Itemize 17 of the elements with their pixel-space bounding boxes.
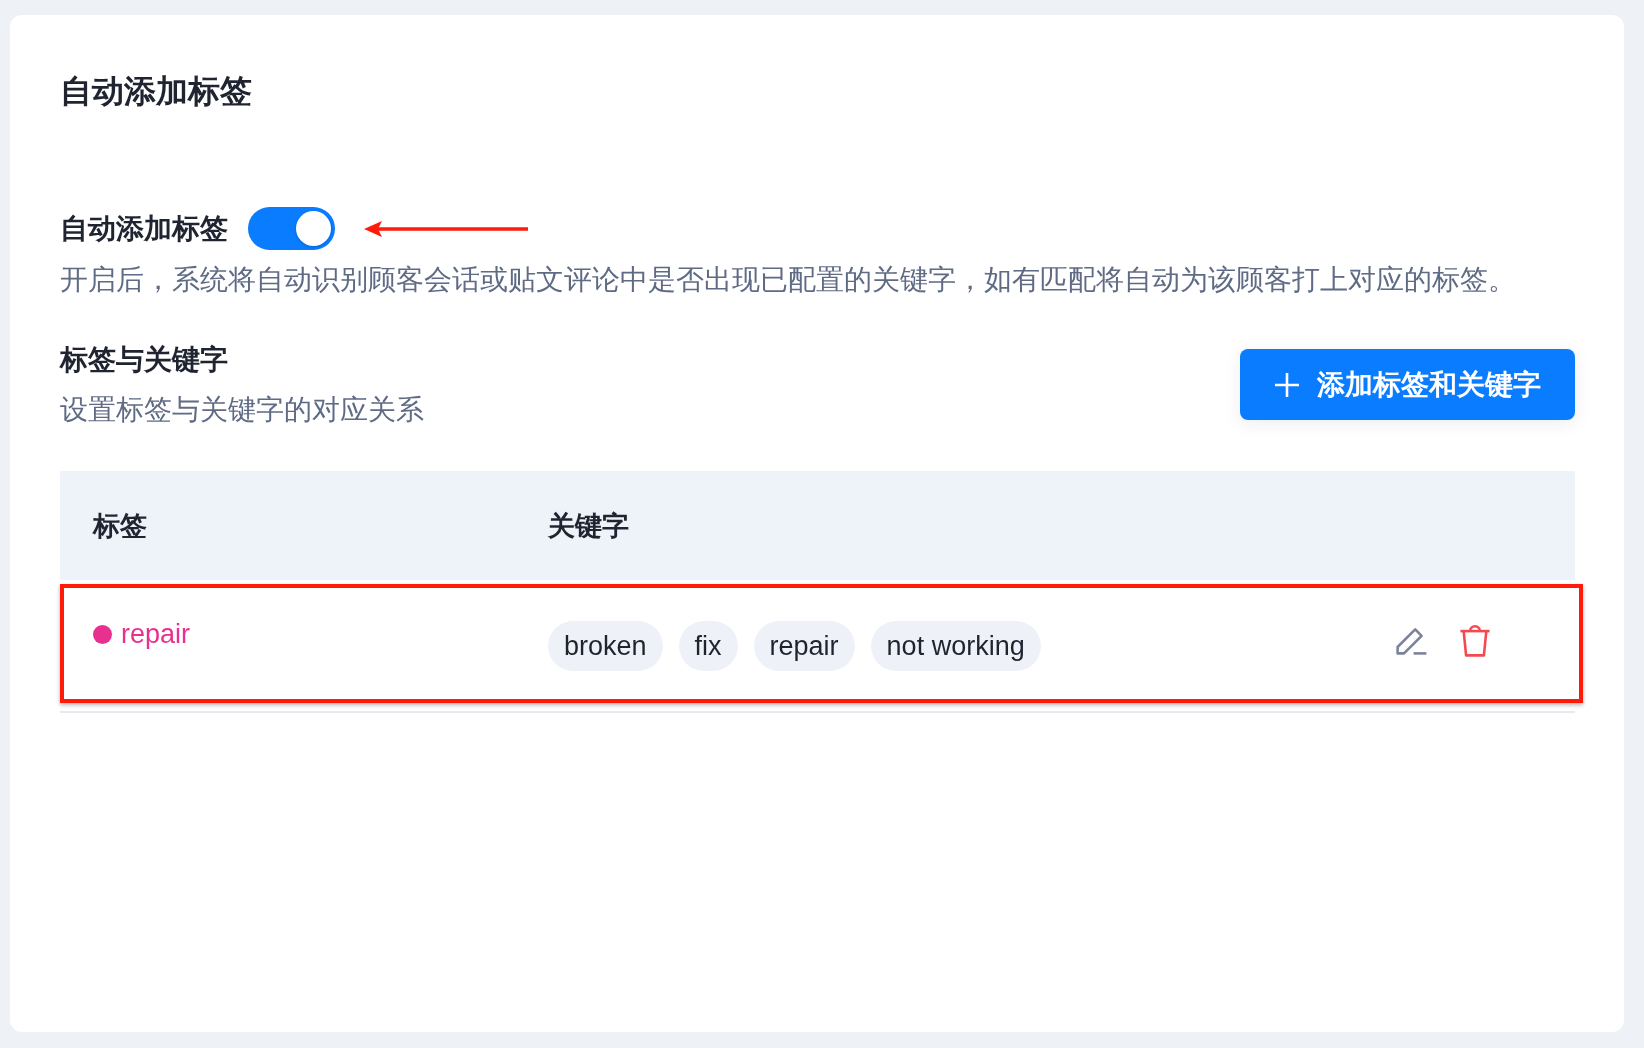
keyword-tag: fix (678, 621, 738, 671)
column-header: 关键字 (548, 509, 629, 543)
toggle-label: 自动添加标签 (60, 211, 228, 246)
page-title: 自动添加标签 (60, 72, 252, 111)
keyword-tag: repair (753, 621, 855, 671)
section-subtitle: 设置标签与关键字的对应关系 (60, 393, 424, 427)
keyword-tag: broken (548, 621, 663, 671)
keyword-tag: not working (870, 621, 1041, 671)
tag-name: repair (121, 618, 191, 651)
plus-icon (1274, 372, 1299, 397)
delete-button[interactable] (1458, 623, 1492, 657)
toggle-switch[interactable] (248, 207, 335, 250)
column-header: 标签 (93, 509, 147, 543)
toggle-description: 开启后，系统将自动识别顾客会话或贴文评论中是否出现已配置的关键字，如有匹配将自动为该顾客打上对应的标签。 (60, 263, 1516, 297)
trash-icon (1458, 623, 1492, 657)
add-tag-button[interactable]: 添加标签和关键字 (1240, 349, 1575, 420)
section-title: 标签与关键字 (60, 343, 228, 377)
